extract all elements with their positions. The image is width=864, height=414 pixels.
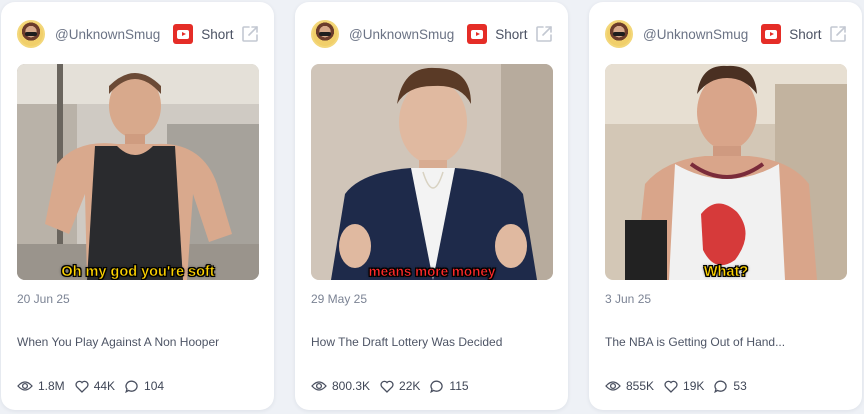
- likes-stat: 19K: [664, 379, 704, 393]
- youtube-icon: [467, 24, 488, 44]
- heart-icon: [75, 380, 89, 393]
- external-link-icon[interactable]: [828, 24, 848, 44]
- comments-count: 104: [144, 379, 165, 393]
- comments-count: 53: [733, 379, 747, 393]
- comment-icon: [125, 380, 138, 393]
- likes-stat: 22K: [380, 379, 420, 393]
- publish-date: 20 Jun 25: [17, 292, 70, 306]
- avatar[interactable]: [605, 20, 633, 48]
- eye-icon: [311, 381, 327, 391]
- video-title[interactable]: The NBA is Getting Out of Hand...: [605, 335, 785, 349]
- youtube-icon: [173, 24, 194, 44]
- comment-icon: [714, 380, 728, 393]
- video-caption-overlay: means more money: [368, 264, 496, 279]
- external-link-icon[interactable]: [534, 24, 554, 44]
- video-card[interactable]: @UnknownSmug Short Oh my god you're soft…: [1, 2, 274, 410]
- video-type-label: Short: [789, 26, 822, 42]
- eye-icon: [17, 381, 33, 391]
- video-thumbnail[interactable]: What?: [605, 64, 847, 280]
- publish-date: 3 Jun 25: [605, 292, 652, 306]
- engagement-stats: 855K 19K 53: [605, 379, 757, 393]
- likes-stat: 44K: [75, 379, 115, 393]
- video-card[interactable]: @UnknownSmug Short means more money 29 M…: [295, 2, 568, 410]
- video-type-label: Short: [495, 26, 528, 42]
- engagement-stats: 800.3K 22K 115: [311, 379, 479, 393]
- comments-stat: 115: [430, 379, 469, 393]
- comment-icon: [430, 380, 444, 393]
- views-count: 1.8M: [38, 379, 65, 393]
- card-header: @UnknownSmug Short: [17, 17, 260, 51]
- video-caption-overlay: Oh my god you're soft: [61, 264, 215, 280]
- video-title[interactable]: How The Draft Lottery Was Decided: [311, 335, 502, 349]
- likes-count: 44K: [93, 379, 116, 393]
- comments-count: 115: [449, 379, 469, 393]
- eye-icon: [605, 381, 621, 391]
- channel-handle[interactable]: @UnknownSmug: [55, 27, 160, 42]
- video-title[interactable]: When You Play Against A Non Hooper: [17, 335, 219, 349]
- video-type-label: Short: [201, 26, 234, 42]
- views-stat: 855K: [605, 379, 654, 393]
- video-caption-overlay: What?: [703, 264, 749, 280]
- views-stat: 800.3K: [311, 379, 370, 393]
- likes-count: 22K: [399, 379, 421, 393]
- views-stat: 1.8M: [17, 379, 65, 393]
- views-count: 800.3K: [332, 379, 371, 393]
- comments-stat: 53: [714, 379, 747, 393]
- card-header: @UnknownSmug Short: [311, 17, 554, 51]
- avatar[interactable]: [17, 20, 45, 48]
- external-link-icon[interactable]: [240, 24, 260, 44]
- video-thumbnail[interactable]: means more money: [311, 64, 553, 280]
- views-count: 855K: [626, 379, 655, 393]
- channel-handle[interactable]: @UnknownSmug: [349, 27, 454, 42]
- comments-stat: 104: [125, 379, 164, 393]
- heart-icon: [664, 380, 678, 393]
- heart-icon: [380, 380, 394, 393]
- video-card[interactable]: @UnknownSmug Short What? 3 Jun 25 The NB…: [589, 2, 862, 410]
- publish-date: 29 May 25: [311, 292, 368, 306]
- avatar[interactable]: [311, 20, 339, 48]
- likes-count: 19K: [683, 379, 705, 393]
- card-header: @UnknownSmug Short: [605, 17, 848, 51]
- engagement-stats: 1.8M 44K 104: [17, 379, 174, 393]
- channel-handle[interactable]: @UnknownSmug: [643, 27, 748, 42]
- video-thumbnail[interactable]: Oh my god you're soft: [17, 64, 259, 280]
- youtube-icon: [761, 24, 782, 44]
